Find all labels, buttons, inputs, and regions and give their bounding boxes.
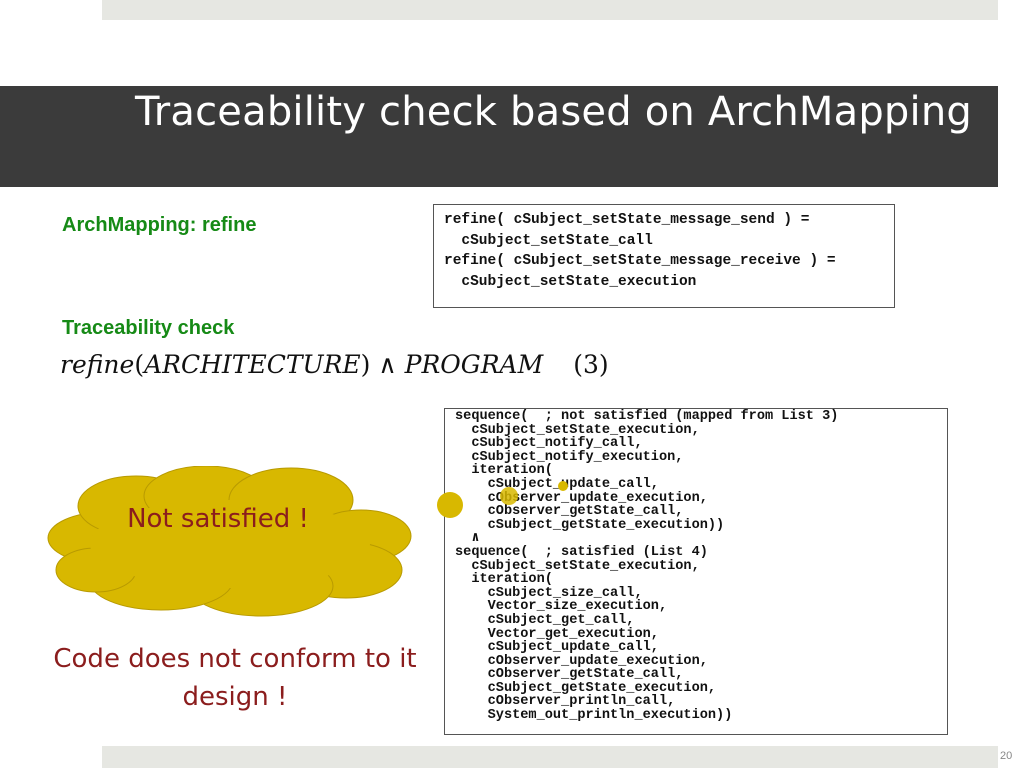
formula-open-paren: (	[134, 350, 145, 379]
bottom-decor-bar	[102, 746, 998, 768]
formula-number: (3)	[573, 350, 609, 379]
traceability-heading: Traceability check	[62, 317, 235, 339]
formula-architecture: ARCHITECTURE	[144, 350, 361, 379]
not-satisfied-callout: Not satisfied !	[127, 504, 309, 534]
archmapping-heading: ArchMapping: refine	[62, 214, 257, 236]
thought-bubble-dot-small	[558, 481, 568, 491]
slide-title: Traceability check based on ArchMapping	[135, 89, 972, 135]
top-decor-bar	[102, 0, 998, 20]
slide-number: 20	[1000, 750, 1013, 762]
refine-code-box: refine( cSubject_setState_message_send )…	[433, 204, 895, 308]
formula-refine: refine	[60, 350, 135, 379]
formula-program: PROGRAM	[404, 350, 544, 379]
sequence-code-box: sequence( ; not satisfied (mapped from L…	[444, 408, 948, 735]
thought-bubble-dot-large	[437, 492, 463, 518]
cloud-callout-shape	[47, 466, 412, 617]
conformance-note: Code does not conform to it design !	[53, 644, 417, 712]
formula-close-paren: )	[360, 350, 371, 379]
traceability-formula: refine(ARCHITECTURE) ∧ PROGRAM (3)	[60, 350, 609, 379]
formula-and-symbol: ∧	[370, 350, 405, 379]
thought-bubble-dot-medium	[500, 487, 518, 505]
